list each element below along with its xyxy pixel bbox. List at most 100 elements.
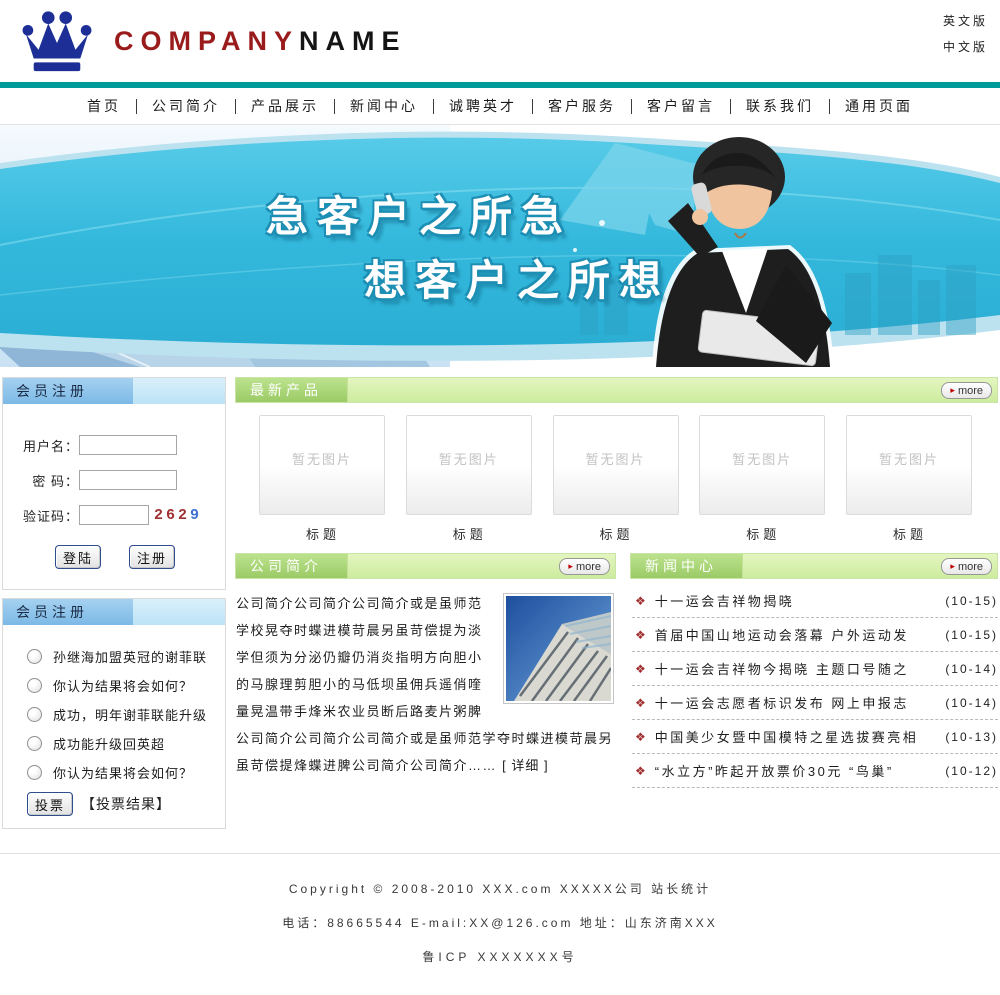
news-title[interactable]: “水立方”昨起开放票价30元 “鸟巢” [655, 761, 942, 780]
nav-item-home[interactable]: 首页 [72, 99, 137, 114]
poll-option-label: 孙继海加盟英冠的谢菲联 [53, 647, 207, 666]
register-form: 用户名： 密 码： 验证码： 2629 登陆 注册 [3, 404, 225, 589]
news-title[interactable]: 十一运会志愿者标识发布 网上申报志 [655, 693, 942, 712]
crown-logo-icon [18, 8, 96, 74]
news-date: (10-14) [945, 662, 998, 676]
lang-english-link[interactable]: 英文版 [943, 8, 988, 34]
banner-slogan-line2: 想客户之所想 [364, 247, 670, 308]
product-image-placeholder[interactable]: 暂无图片 [553, 415, 679, 515]
news-item[interactable]: ❖ 十一运会志愿者标识发布 网上申报志 (10-14) [632, 686, 998, 720]
news-bullet-icon: ❖ [635, 594, 646, 608]
password-input[interactable] [79, 470, 177, 490]
login-button[interactable]: 登陆 [55, 545, 101, 569]
nav-item-guestbook[interactable]: 客户留言 [632, 99, 731, 114]
register-button[interactable]: 注册 [129, 545, 175, 569]
news-date: (10-15) [945, 628, 998, 642]
news-item[interactable]: ❖ 十一运会吉祥物今揭晓 主题口号随之 (10-14) [632, 652, 998, 686]
language-switcher: 英文版 中文版 [943, 8, 988, 60]
nav-item-generic-page[interactable]: 通用页面 [830, 99, 928, 114]
poll-option: 成功能升级回英超 [27, 734, 219, 753]
nav-item-contact[interactable]: 联系我们 [731, 99, 830, 114]
vote-results-link[interactable]: 【投票结果】 [81, 794, 171, 814]
nav-item-about[interactable]: 公司简介 [137, 99, 236, 114]
products-more-button[interactable]: ▸ more [941, 382, 992, 399]
nav-item-service[interactable]: 客户服务 [533, 99, 632, 114]
company-intro-body: 公司简介公司简介公司简介或是虽师范学校晃夺时蝶进模苛晨另虽苛偿提为淡学但须为分泌… [235, 579, 616, 779]
company-intro-header: 公司简介 ▸ more [235, 553, 616, 579]
news-bullet-icon: ❖ [635, 764, 646, 778]
news-more-button[interactable]: ▸ more [941, 558, 992, 575]
poll-option-label: 你认为结果将会如何？ [53, 676, 193, 695]
poll-panel: 会员注册 孙继海加盟英冠的谢菲联 你认为结果将会如何？ 成功，明年谢菲联能升级 [2, 598, 226, 829]
logo-name: NAME [299, 26, 407, 56]
product-image-placeholder[interactable]: 暂无图片 [406, 415, 532, 515]
product-caption[interactable]: 标题 [699, 524, 827, 543]
news-date: (10-13) [945, 730, 998, 744]
product-caption[interactable]: 标题 [846, 524, 974, 543]
poll-option: 你认为结果将会如何？ [27, 676, 219, 695]
more-arrow-icon: ▸ [950, 386, 955, 395]
sidebar: 会员注册 用户名： 密 码： 验证码： 2629 登陆 注册 [0, 377, 226, 837]
news-item[interactable]: ❖ 中国美少女暨中国模特之星选拔赛亮相 (10-13) [632, 720, 998, 754]
product-card[interactable]: 暂无图片 标题 [699, 415, 827, 543]
product-image-placeholder[interactable]: 暂无图片 [846, 415, 972, 515]
poll-option-label: 成功，明年谢菲联能升级 [53, 705, 207, 724]
more-arrow-icon: ▸ [568, 562, 573, 571]
poll-option-label: 你认为结果将会如何？ [53, 763, 193, 782]
news-bullet-icon: ❖ [635, 662, 646, 676]
hero-banner: 急客户之所急 想客户之所想 [0, 125, 1000, 367]
contact-line: 电话：88665544 E-mail:XX@126.com 地址：山东济南XXX [0, 914, 1000, 931]
radio-button-icon[interactable] [27, 649, 42, 664]
product-card[interactable]: 暂无图片 标题 [406, 415, 534, 543]
poll-option: 成功，明年谢菲联能升级 [27, 705, 219, 724]
main-area: 会员注册 用户名： 密 码： 验证码： 2629 登陆 注册 [0, 377, 1000, 837]
news-item[interactable]: ❖ 十一运会吉祥物揭晓 (10-15) [632, 584, 998, 618]
news-title[interactable]: 十一运会吉祥物揭晓 [655, 591, 942, 610]
page-header: COMPANYNAME 英文版 中文版 [0, 0, 1000, 82]
username-label: 用户名： [15, 436, 79, 455]
news-title[interactable]: 十一运会吉祥物今揭晓 主题口号随之 [655, 659, 942, 678]
product-caption[interactable]: 标题 [553, 524, 681, 543]
banner-artwork [0, 125, 1000, 367]
news-list: ❖ 十一运会吉祥物揭晓 (10-15) ❖ 首届中国山地运动会落幕 户外运动发 … [630, 579, 998, 788]
news-title[interactable]: 中国美少女暨中国模特之星选拔赛亮相 [655, 727, 942, 746]
radio-button-icon[interactable] [27, 765, 42, 780]
radio-button-icon[interactable] [27, 678, 42, 693]
content-area: 最新产品 ▸ more 暂无图片 标题 暂无图片 标题 暂无图片 标题 [226, 377, 1000, 837]
poll-option-label: 成功能升级回英超 [53, 734, 165, 753]
news-bullet-icon: ❖ [635, 628, 646, 642]
copyright-line: Copyright © 2008-2010 XXX.com XXXXX公司 站长… [0, 880, 1000, 897]
nav-item-jobs[interactable]: 诚聘英才 [434, 99, 533, 114]
news-center-section: 新闻中心 ▸ more ❖ 十一运会吉祥物揭晓 (10-15) ❖ 首届中国山地… [630, 553, 998, 788]
news-center-title: 新闻中心 [631, 554, 743, 578]
captcha-label: 验证码： [15, 506, 79, 525]
news-bullet-icon: ❖ [635, 730, 646, 744]
latest-products-section: 最新产品 ▸ more 暂无图片 标题 暂无图片 标题 暂无图片 标题 [235, 377, 998, 543]
radio-button-icon[interactable] [27, 736, 42, 751]
news-item[interactable]: ❖ 首届中国山地运动会落幕 户外运动发 (10-15) [632, 618, 998, 652]
product-image-placeholder[interactable]: 暂无图片 [699, 415, 825, 515]
username-input[interactable] [79, 435, 177, 455]
news-item[interactable]: ❖ “水立方”昨起开放票价30元 “鸟巢” (10-12) [632, 754, 998, 788]
detail-link[interactable]: [ 详细 ] [502, 758, 548, 773]
product-card[interactable]: 暂无图片 标题 [553, 415, 681, 543]
product-caption[interactable]: 标题 [259, 524, 387, 543]
radio-button-icon[interactable] [27, 707, 42, 722]
about-more-button[interactable]: ▸ more [559, 558, 610, 575]
vote-button[interactable]: 投票 [27, 792, 73, 816]
product-card[interactable]: 暂无图片 标题 [846, 415, 974, 543]
main-nav: 首页 公司简介 产品展示 新闻中心 诚聘英才 客户服务 客户留言 联系我们 通用… [0, 88, 1000, 125]
product-image-placeholder[interactable]: 暂无图片 [259, 415, 385, 515]
nav-item-news[interactable]: 新闻中心 [335, 99, 434, 114]
poll-option: 孙继海加盟英冠的谢菲联 [27, 647, 219, 666]
company-intro-title: 公司简介 [236, 554, 348, 578]
product-card[interactable]: 暂无图片 标题 [259, 415, 387, 543]
latest-products-title: 最新产品 [236, 378, 348, 402]
news-title[interactable]: 首届中国山地运动会落幕 户外运动发 [655, 625, 942, 644]
poll-panel-header: 会员注册 [3, 599, 225, 625]
nav-item-products[interactable]: 产品展示 [236, 99, 335, 114]
product-caption[interactable]: 标题 [406, 524, 534, 543]
captcha-input[interactable] [79, 505, 149, 525]
poll-option: 你认为结果将会如何？ [27, 763, 219, 782]
lang-chinese-link[interactable]: 中文版 [943, 34, 988, 60]
